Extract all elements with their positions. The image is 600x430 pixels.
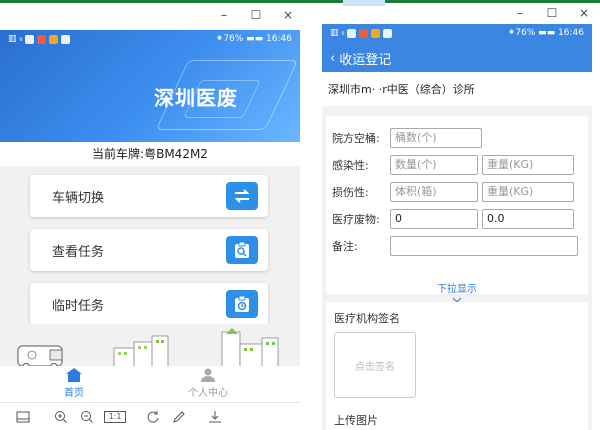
edit-pencil-icon[interactable] [170, 408, 188, 426]
form-row: 医疗废物: 0 0.0 [332, 209, 574, 229]
clipboard-search-icon [226, 236, 258, 264]
notification-icon [61, 34, 71, 44]
chevron-left-icon: ‹ [330, 51, 336, 66]
form-row: 感染性: 数量(个) 重量(KG) [332, 155, 574, 175]
bottom-tab-bar: 首页 个人中心 [0, 366, 300, 402]
close-button[interactable]: × [282, 8, 294, 22]
city-illustration [0, 324, 300, 372]
top-accent-line [0, 0, 600, 3]
clipboard-clock-icon [226, 290, 258, 318]
app-title: 深圳医废 [154, 86, 238, 110]
section-title: 医疗机构签名 [334, 312, 400, 325]
menu-label: 临时任务 [52, 298, 105, 314]
field-label: 感染性: [332, 159, 369, 172]
back-button[interactable]: ‹ 收运登记 [330, 49, 391, 68]
right-window-controls: – ☐ × [514, 6, 590, 20]
notification-icon [37, 34, 47, 44]
page-title: 收运登记 [339, 53, 392, 68]
current-plate-bar: 当前车牌:粤BM42M2 [0, 142, 300, 166]
person-icon [201, 368, 215, 382]
maximize-button[interactable]: ☐ [546, 6, 558, 20]
minimize-button[interactable]: – [218, 8, 230, 22]
form-row: 院方空桶: 桶数(个) [332, 128, 482, 148]
form-row: 损伤性: 体积(箱) 重量(KG) [332, 182, 574, 202]
window-icon[interactable] [14, 408, 32, 426]
notification-icon [371, 28, 381, 38]
expand-label: 下拉显示 [437, 284, 477, 295]
swap-arrows-icon [226, 182, 258, 210]
home-header-banner: ▥ ᵢₗ ⁕76% ▬▬ 16:46 深圳医废 [0, 30, 300, 142]
view-tasks-button[interactable]: 查看任务 [30, 229, 268, 271]
actual-size-button[interactable]: 1:1 [104, 410, 126, 423]
field-label: 备注: [332, 240, 358, 253]
tab-label: 个人中心 [188, 388, 228, 399]
tab-profile[interactable]: 个人中心 [188, 368, 228, 399]
form-header: ▥ ᵢₗ ⁕76% ▬▬ 16:46 ‹ 收运登记 [322, 24, 592, 72]
battery-time: ⁕76% ▬▬ 16:46 [215, 34, 292, 44]
top-tab-chip [343, 0, 385, 6]
medical-waste-weight-input[interactable]: 0.0 [482, 209, 574, 229]
notification-icon [347, 28, 357, 38]
field-label: 院方空桶: [332, 132, 380, 145]
temporary-task-button[interactable]: 临时任务 [30, 283, 268, 325]
menu-label: 查看任务 [52, 244, 105, 260]
minimize-button[interactable]: – [514, 6, 526, 20]
tab-home[interactable]: 首页 [64, 368, 84, 399]
plate-value: 粤BM42M2 [144, 147, 208, 161]
form-row: 备注: [332, 236, 578, 256]
institution-name: 深圳市m· ·r中医（综合）诊所 [322, 72, 592, 106]
status-bar: ▥ ᵢₗ ⁕76% ▬▬ 16:46 [322, 24, 592, 42]
rotate-icon[interactable] [144, 408, 162, 426]
right-phone-screen: ▥ ᵢₗ ⁕76% ▬▬ 16:46 ‹ 收运登记 深圳市m· ·r中医（综合）… [322, 24, 592, 430]
status-bar: ▥ ᵢₗ ⁕76% ▬▬ 16:46 [0, 30, 300, 48]
tab-label: 首页 [64, 388, 84, 399]
left-window-controls: – ☐ × [218, 8, 294, 22]
notification-icon [49, 34, 59, 44]
plate-label: 当前车牌: [92, 147, 145, 161]
menu-label: 车辆切换 [52, 190, 105, 206]
battery-time: ⁕76% ▬▬ 16:46 [507, 28, 584, 38]
signature-pad[interactable]: 点击签名 [334, 332, 416, 398]
signature-section: 医疗机构签名 点击签名 [326, 302, 588, 404]
notification-icon [25, 34, 35, 44]
medical-waste-count-input[interactable]: 0 [390, 209, 478, 229]
viewer-toolbar: 1:1 [0, 402, 300, 430]
sharps-volume-input[interactable]: 体积(箱) [390, 182, 478, 202]
maximize-button[interactable]: ☐ [250, 8, 262, 22]
upload-section: 上传图片 [326, 404, 588, 430]
empty-bucket-count-input[interactable]: 桶数(个) [390, 128, 482, 148]
infectious-count-input[interactable]: 数量(个) [390, 155, 478, 175]
section-title: 上传图片 [334, 414, 378, 427]
field-label: 损伤性: [332, 186, 369, 199]
switch-vehicle-button[interactable]: 车辆切换 [30, 175, 268, 217]
collection-form: 院方空桶: 桶数(个) 感染性: 数量(个) 重量(KG) 损伤性: 体积(箱)… [326, 116, 588, 303]
signal-indicator: ▥ ᵢₗ [330, 28, 345, 38]
screenshot-root: – ☐ × – ☐ × ▥ ᵢₗ ⁕76% ▬▬ 16:46 深圳医废 当前车牌… [0, 0, 600, 430]
left-phone-screen: ▥ ᵢₗ ⁕76% ▬▬ 16:46 深圳医废 当前车牌:粤BM42M2 车辆切… [0, 24, 300, 430]
home-icon [66, 368, 82, 382]
zoom-out-icon[interactable] [78, 408, 96, 426]
remarks-input[interactable] [390, 236, 578, 256]
sharps-weight-input[interactable]: 重量(KG) [482, 182, 574, 202]
notification-icon [359, 28, 369, 38]
download-icon[interactable] [206, 408, 224, 426]
infectious-weight-input[interactable]: 重量(KG) [482, 155, 574, 175]
notification-icon [383, 28, 393, 38]
field-label: 医疗废物: [332, 213, 380, 226]
close-button[interactable]: × [578, 6, 590, 20]
zoom-in-icon[interactable] [52, 408, 70, 426]
signal-indicator: ▥ ᵢₗ [8, 34, 23, 44]
